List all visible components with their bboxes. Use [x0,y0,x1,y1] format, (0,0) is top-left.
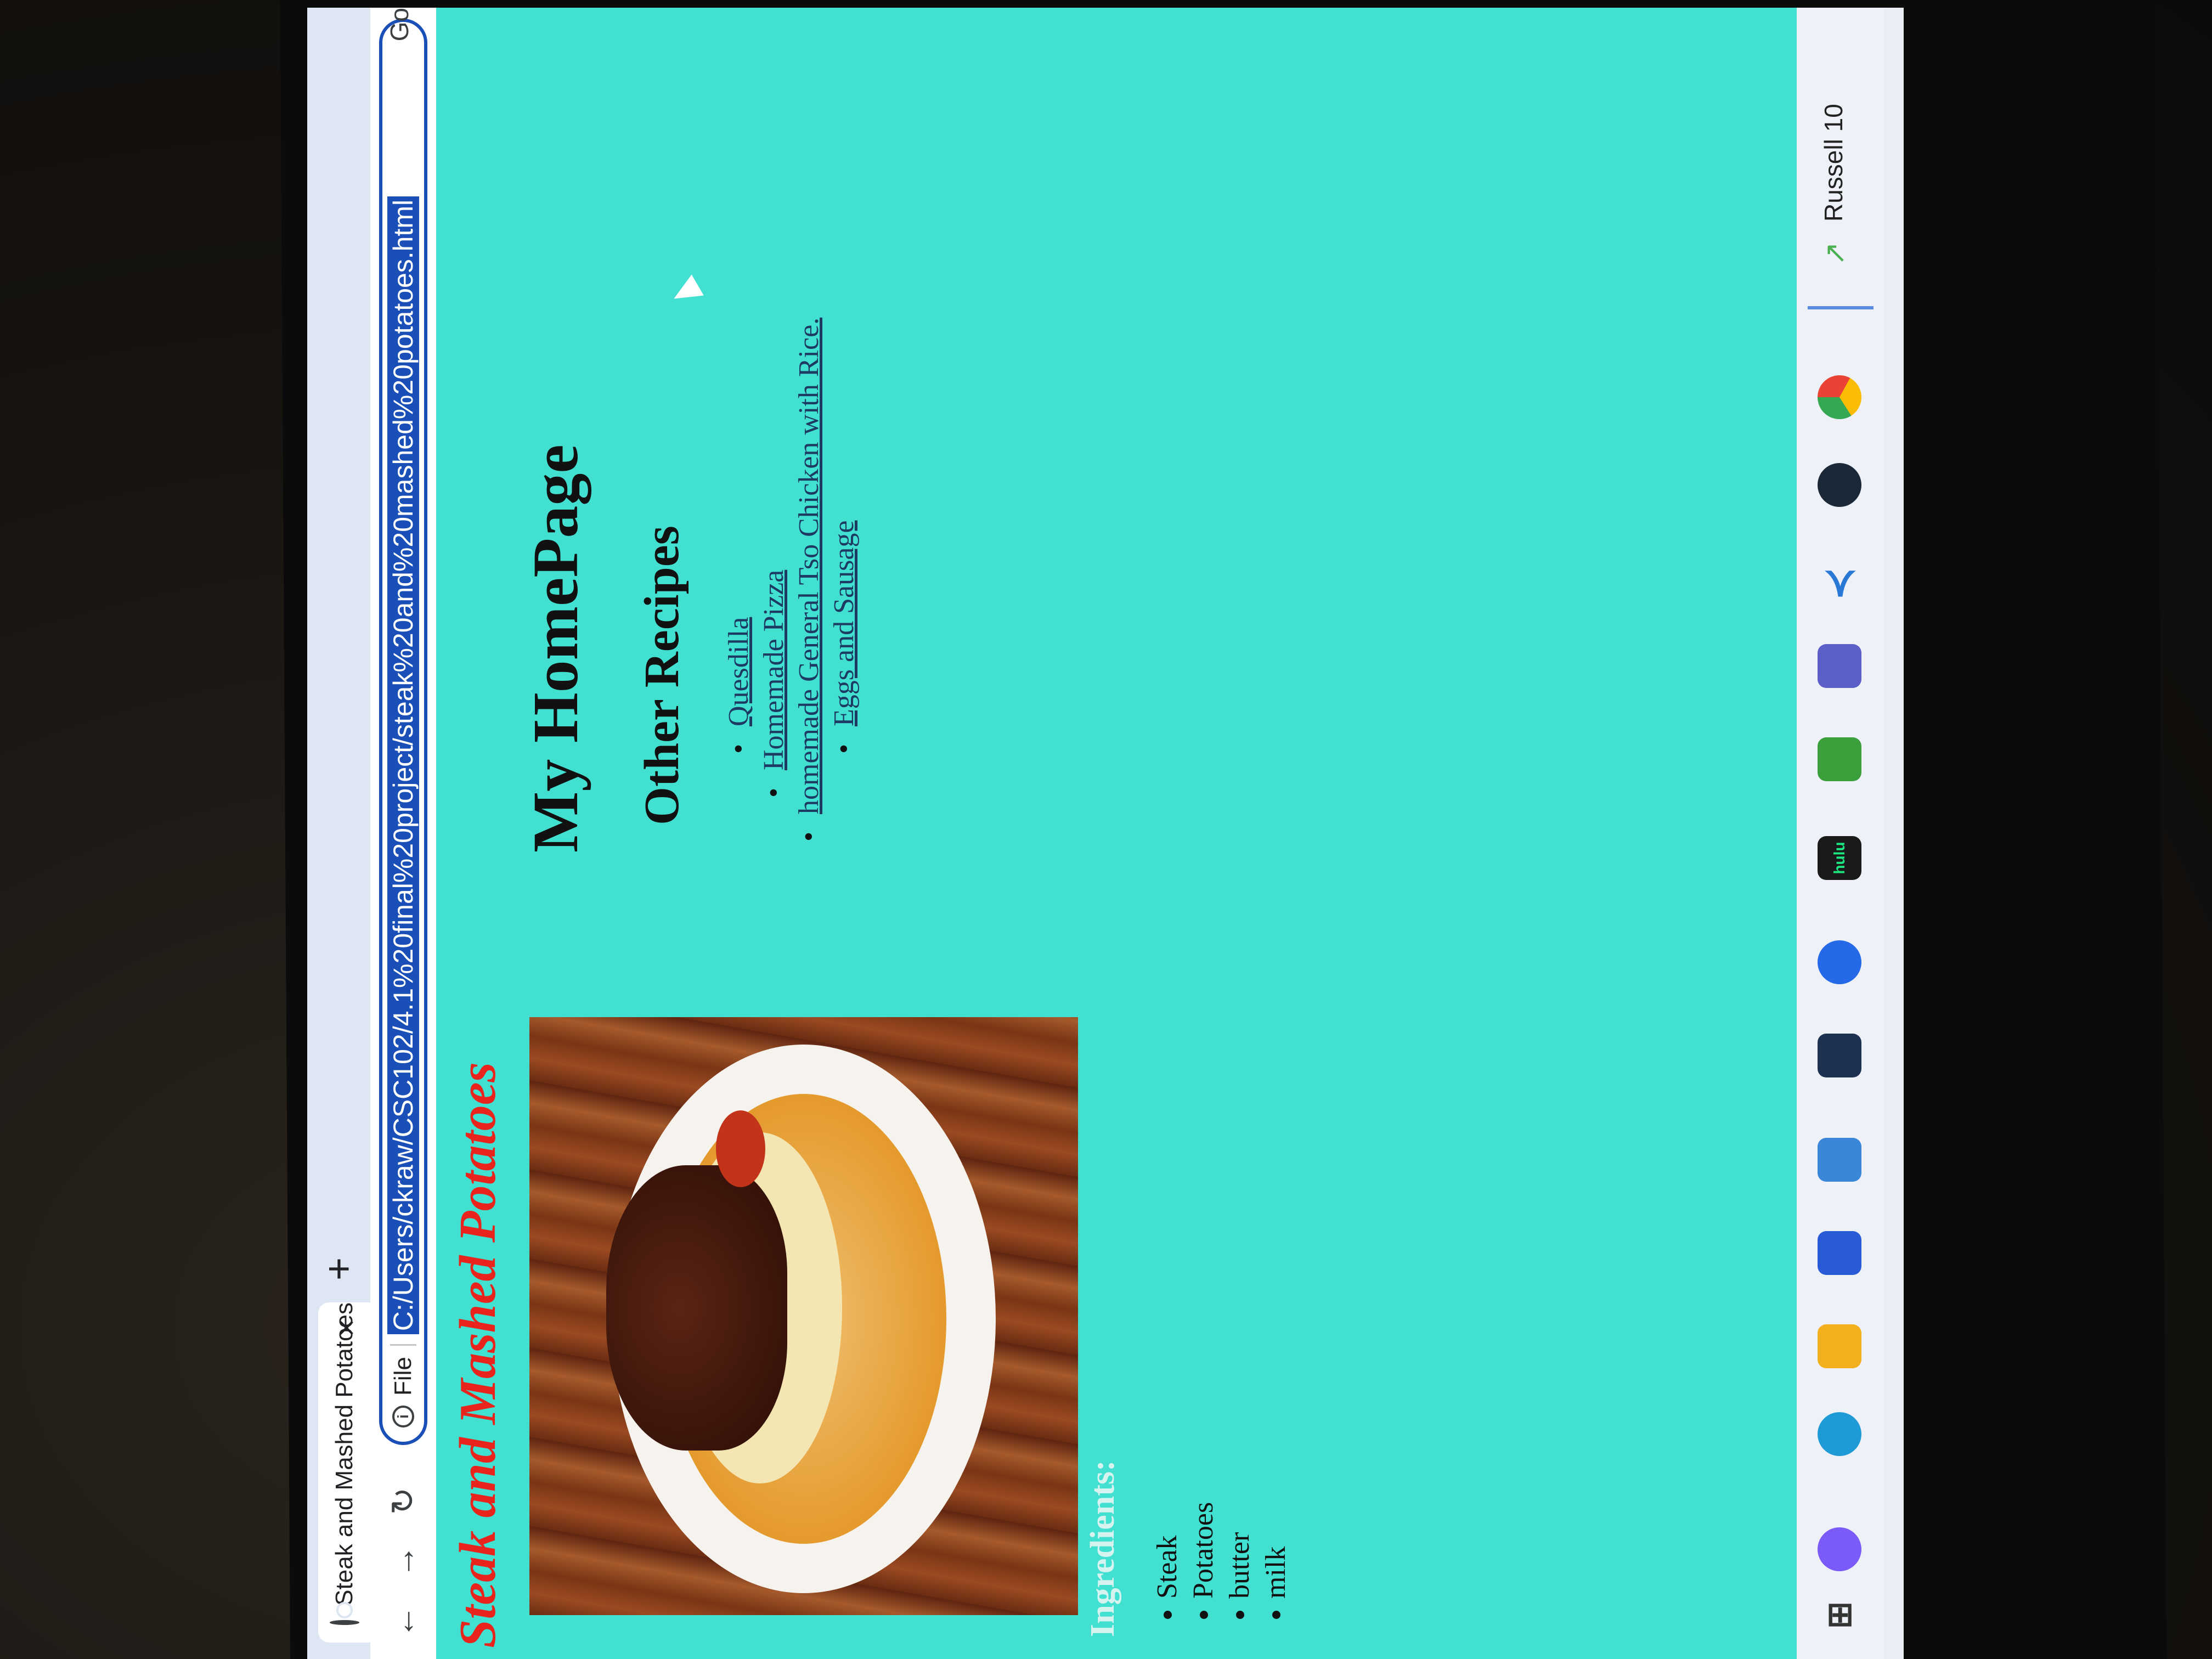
tab-title: Steak and Mashed Potatoes [330,1302,358,1606]
new-tab-button[interactable]: + [317,1257,361,1280]
steam-icon[interactable] [1818,463,1861,507]
tomato-shape [716,1110,765,1187]
recipe-link-pizza[interactable]: Homemade Pizza [758,570,789,770]
list-item: milk [1258,1502,1294,1599]
store-icon[interactable] [1818,1231,1861,1275]
minecraft-icon[interactable] [1818,737,1861,781]
edge-icon[interactable] [1818,1412,1861,1456]
forward-icon[interactable]: → [382,1541,424,1582]
chrome-icon[interactable] [1818,375,1861,419]
file-explorer-icon[interactable] [1818,1324,1861,1368]
list-item: Potatoes [1186,1502,1222,1599]
tab-strip: Steak and Mashed Potatoes × + [307,8,370,1659]
copilot-icon[interactable] [1818,1527,1861,1571]
reload-icon[interactable]: ↻ [382,1480,424,1522]
info-icon[interactable]: i [392,1406,414,1427]
recipe-link-quesadilla[interactable]: Quesdilla [723,617,754,726]
mail-icon[interactable] [1818,1138,1861,1182]
address-divider [390,1344,416,1346]
app-icon[interactable] [1818,1034,1861,1077]
ingredients-heading: Ingredients: [1084,1460,1121,1637]
photo-background: Steak and Mashed Potatoes × + ← → ↻ i Fi… [0,0,2212,1659]
address-bar[interactable]: i File C:/Users/ckraw/CSC102/4.1%20final… [379,19,427,1445]
stock-chart-icon[interactable]: ↗ [1819,241,1852,266]
close-icon[interactable]: × [328,1319,364,1337]
steak-shape [606,1165,787,1451]
list-item: Eggs and Sausage [827,318,862,759]
list-item: homemade General Tso Chicken with Rice. [792,318,827,847]
taskbar-divider [1808,306,1874,309]
list-item: butter [1222,1502,1258,1599]
url-text[interactable]: C:/Users/ckraw/CSC102/4.1%20final%20proj… [387,196,419,1335]
start-icon[interactable]: ⊞ [1818,1593,1861,1637]
steak-photo [529,1017,1078,1615]
weather-status[interactable]: Russell 10 [1819,104,1848,222]
browser-screen: Steak and Mashed Potatoes × + ← → ↻ i Fi… [307,8,1904,1659]
list-item: Homemade Pizza [757,318,792,803]
recipe-link-general-tso[interactable]: homemade General Tso Chicken with Rice. [793,318,825,814]
list-item: Steak [1149,1502,1186,1599]
home-title: My HomePage [520,444,591,853]
list-item: Quesdilla [721,318,757,759]
back-icon[interactable]: ← [382,1601,424,1643]
mouse-cursor-icon [668,274,704,309]
chat-app-icon[interactable] [1818,940,1861,984]
toolbar-right-button[interactable]: Go [385,8,414,41]
recipes-list: Quesdilla Homemade Pizza homemade Genera… [721,318,862,847]
hulu-icon[interactable]: hulu [1818,836,1861,880]
vscode-icon[interactable]: ≺ [1818,562,1861,606]
recipe-link-eggs-sausage[interactable]: Eggs and Sausage [828,521,860,726]
other-recipes-title: Other Recipes [635,526,689,825]
scheme-label: File [390,1357,416,1396]
globe-icon [329,1620,359,1625]
dish-title: Steak and Mashed Potatoes [449,1062,506,1648]
web-page: Steak and Mashed Potatoes Ingredients: S… [436,8,1797,1659]
ingredients-list: Steak Potatoes butter milk [1149,1502,1294,1637]
browser-toolbar: ← → ↻ i File C:/Users/ckraw/CSC102/4.1%2… [370,8,436,1659]
tab-active[interactable]: Steak and Mashed Potatoes × [318,1302,370,1643]
taskbar: ⊞ hulu ≺ ↗ Russell 10 [1797,8,1884,1659]
teams-icon[interactable] [1818,644,1861,688]
